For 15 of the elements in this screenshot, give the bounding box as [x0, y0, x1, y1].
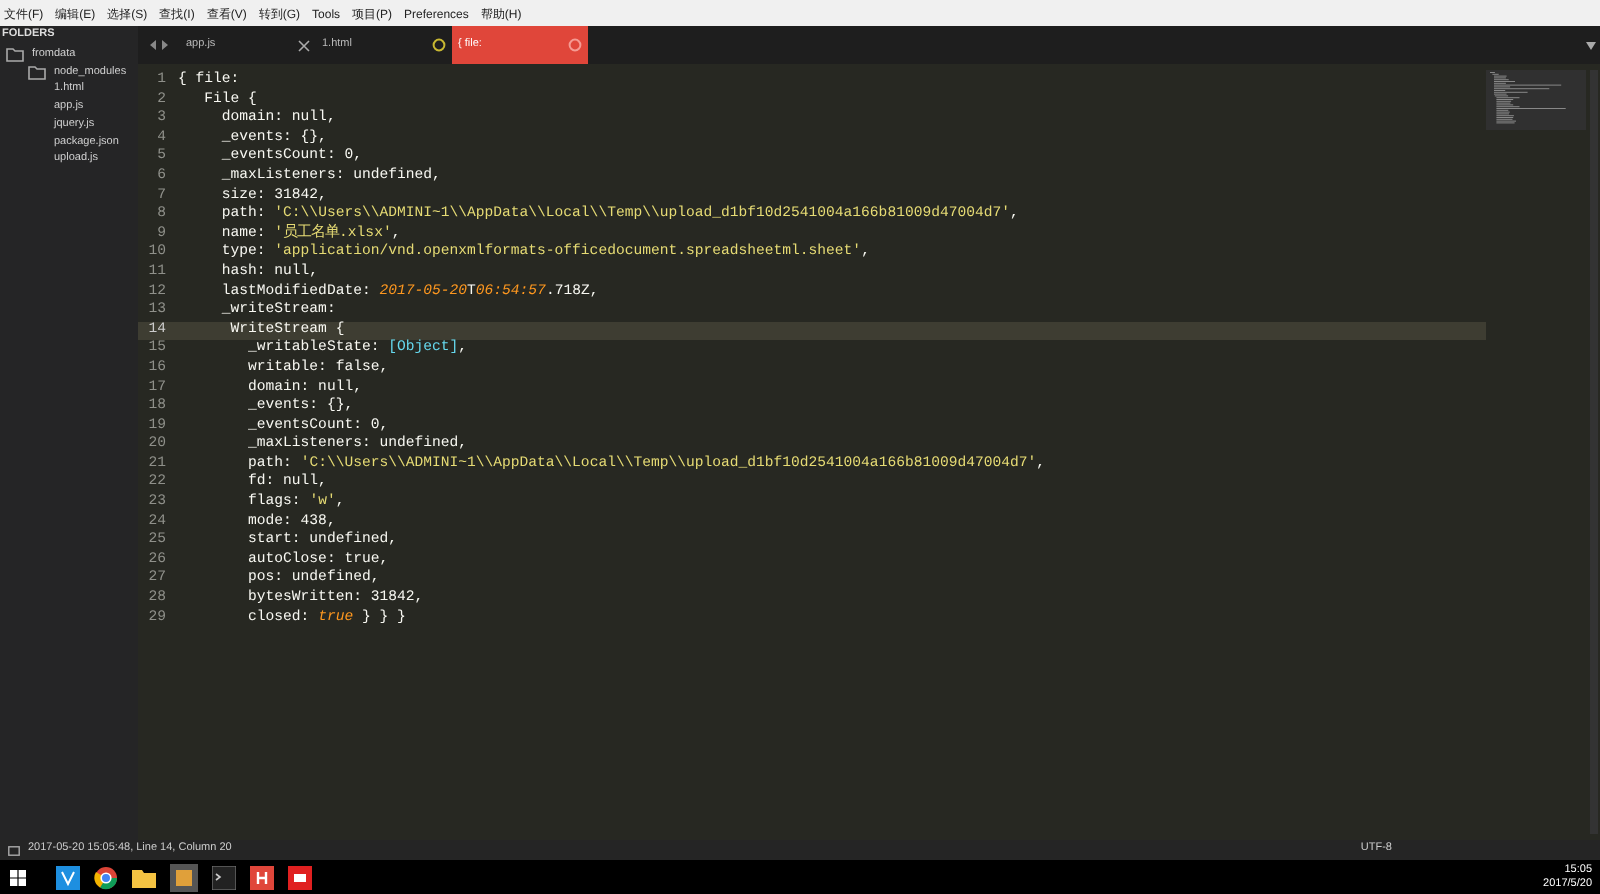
app-icon[interactable]: [250, 865, 274, 889]
panel-icon[interactable]: [8, 845, 20, 855]
close-icon[interactable]: [298, 39, 310, 51]
dropdown-icon[interactable]: [1586, 41, 1596, 49]
folder-icon[interactable]: [132, 865, 156, 889]
browser-icon[interactable]: [94, 865, 118, 889]
unsaved-dot-icon: [432, 38, 446, 52]
windows-logo-icon[interactable]: [10, 869, 26, 885]
app-icon[interactable]: [56, 865, 80, 889]
app-icon[interactable]: [288, 865, 312, 889]
terminal-icon[interactable]: [212, 865, 236, 889]
editor-app-icon[interactable]: [170, 863, 198, 891]
nav-arrows-icon[interactable]: [150, 40, 168, 50]
minimap: [1486, 70, 1586, 130]
unsaved-dot-icon: [568, 38, 582, 52]
